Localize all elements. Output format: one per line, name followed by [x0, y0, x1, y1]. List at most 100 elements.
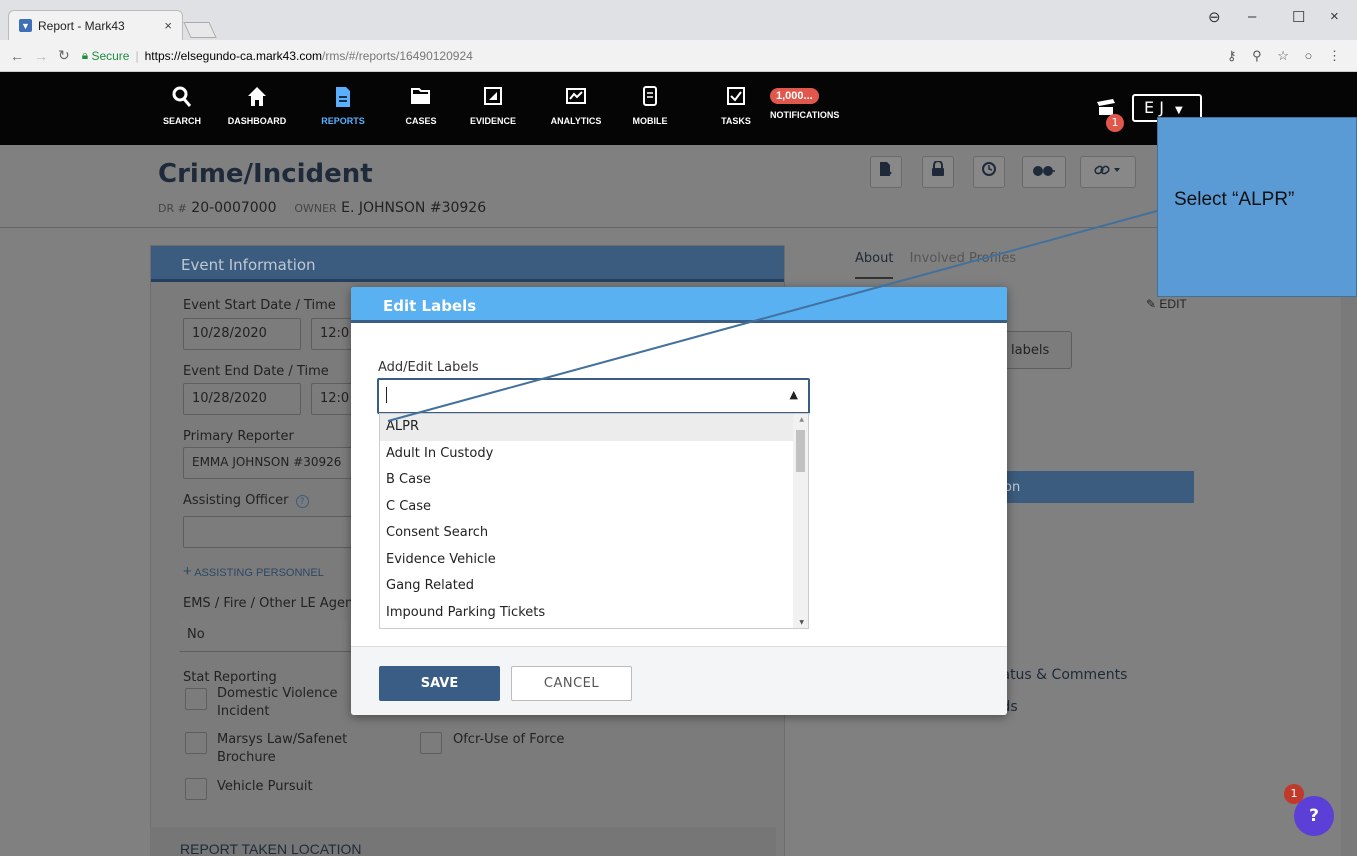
dr-label: DR #: [158, 202, 187, 215]
address-bar: ← → ↻ 🔒︎ Secure | https://elsegundo-ca.m…: [0, 40, 1357, 72]
assisting-officer-input[interactable]: [183, 516, 353, 548]
help-circle-icon[interactable]: ?: [295, 495, 309, 508]
nav-tasks[interactable]: TASKS: [704, 86, 768, 126]
text-caret: [386, 387, 387, 403]
owner-label: OWNER: [294, 202, 337, 215]
nav-dashboard[interactable]: DASHBOARD: [225, 86, 289, 126]
address-bar-actions[interactable]: ⚷ ⚲ ☆ ○ ⋮: [1227, 48, 1347, 64]
ems-label: EMS / Fire / Other LE Agen: [183, 596, 354, 611]
binoculars-icon: [1032, 163, 1056, 181]
analytics-icon: [544, 86, 608, 110]
lock-button[interactable]: [922, 156, 954, 188]
nav-mobile[interactable]: MOBILE: [618, 86, 682, 126]
vehicle-pursuit-label: Vehicle Pursuit: [217, 779, 313, 794]
nav-search[interactable]: SEARCH: [150, 86, 214, 126]
new-tab-button[interactable]: [183, 22, 217, 38]
right-panel-section-bar[interactable]: on: [994, 471, 1194, 503]
status-comments-link[interactable]: tatus & Comments: [996, 667, 1127, 683]
nav-evidence[interactable]: EVIDENCE: [461, 86, 525, 126]
event-end-date-input[interactable]: 10/28/2020: [183, 383, 301, 415]
event-start-label: Event Start Date / Time: [183, 298, 336, 313]
close-window-button[interactable]: ×: [1330, 8, 1339, 25]
event-end-label: Event End Date / Time: [183, 364, 329, 379]
ems-select[interactable]: No: [179, 620, 353, 652]
edit-labels-link[interactable]: ✎ EDIT: [1146, 297, 1187, 311]
browser-tab-title: Report - Mark43: [38, 18, 125, 33]
vehicle-pursuit-checkbox[interactable]: [185, 778, 207, 800]
tab-about[interactable]: About: [855, 251, 894, 279]
home-icon: [225, 86, 289, 110]
caret-up-icon[interactable]: ▲: [790, 388, 798, 401]
ofcr-use-of-force-label: Ofcr-Use of Force: [453, 732, 565, 747]
history-icon: [981, 162, 997, 181]
url-field[interactable]: 🔒︎ Secure | https://elsegundo-ca.mark43.…: [82, 48, 473, 63]
dropdown-option[interactable]: C Case: [380, 494, 808, 521]
url-separator: |: [135, 48, 139, 63]
dropdown-option[interactable]: B Case: [380, 467, 808, 494]
header-divider: [0, 227, 1357, 228]
tasks-icon: [704, 86, 768, 110]
scroll-down-icon[interactable]: ▼: [799, 619, 804, 626]
nav-notifications[interactable]: 1,000... NOTIFICATIONS: [770, 88, 850, 120]
dropdown-option[interactable]: Gang Related: [380, 573, 808, 600]
help-notification-badge: 1: [1284, 784, 1304, 804]
maximize-button[interactable]: ☐: [1292, 8, 1305, 26]
dropdown-option-alpr[interactable]: ALPR: [380, 414, 808, 441]
event-information-heading: Event Information: [151, 246, 784, 282]
stat-reporting-label: Stat Reporting: [183, 670, 277, 685]
browser-tab[interactable]: ▼ Report - Mark43 ×: [8, 10, 183, 40]
assisting-personnel-label: ASSISTING PERSONNEL: [194, 567, 324, 579]
nav-evidence-label: EVIDENCE: [469, 116, 516, 126]
forward-icon[interactable]: →: [34, 48, 48, 64]
cancel-button[interactable]: CANCEL: [511, 666, 632, 701]
event-start-date-input[interactable]: 10/28/2020: [183, 318, 301, 350]
document-icon: [311, 86, 375, 110]
primary-reporter-input[interactable]: EMMA JOHNSON #30926: [183, 447, 353, 479]
domestic-violence-checkbox[interactable]: [185, 688, 207, 710]
marsys-law-checkbox[interactable]: [185, 732, 207, 754]
event-end-time-input[interactable]: 12:0: [311, 383, 356, 415]
nav-reports-label: REPORTS: [321, 116, 365, 126]
report-meta: DR # 20-0007000 OWNER E. JOHNSON #30926: [158, 200, 486, 216]
chevron-down-icon: ▼: [1175, 105, 1183, 116]
binoculars-button[interactable]: [1022, 156, 1066, 188]
account-icon[interactable]: ⊖: [1208, 8, 1221, 26]
mobile-icon: [618, 86, 682, 110]
close-tab-icon[interactable]: ×: [164, 18, 172, 33]
nav-dashboard-label: DASHBOARD: [227, 116, 287, 126]
labels-dropdown-list[interactable]: ALPR Adult In Custody B Case C Case Cons…: [379, 413, 809, 629]
page-title: Crime/Incident: [158, 159, 373, 189]
dropdown-option[interactable]: Evidence Vehicle: [380, 547, 808, 574]
minimize-button[interactable]: –: [1248, 8, 1256, 25]
add-edit-labels-label: Add/Edit Labels: [378, 360, 479, 375]
assisting-personnel-link[interactable]: + ASSISTING PERSONNEL: [183, 563, 324, 580]
nav-analytics[interactable]: ANALYTICS: [544, 86, 608, 126]
pencil-icon: ✎: [1146, 297, 1157, 311]
export-button[interactable]: [870, 156, 902, 188]
url-path: /rms/#/reports/16490120924: [322, 48, 473, 63]
back-icon[interactable]: ←: [10, 48, 24, 64]
nav-reports[interactable]: REPORTS: [311, 86, 375, 126]
labels-select-input[interactable]: ▲: [377, 378, 810, 414]
ofcr-use-of-force-checkbox[interactable]: [420, 732, 442, 754]
tab-involved-profiles[interactable]: Involved Profiles: [910, 251, 1017, 266]
url-host: https://elsegundo-ca.mark43.com: [144, 48, 323, 63]
user-initials: E J: [1144, 98, 1164, 117]
save-button[interactable]: SAVE: [379, 666, 500, 701]
scroll-up-icon[interactable]: ▲: [799, 416, 804, 423]
dropdown-option[interactable]: Adult In Custody: [380, 441, 808, 468]
event-start-time-input[interactable]: 12:0: [311, 318, 356, 350]
dropdown-option[interactable]: Impound Parking Tickets: [380, 600, 808, 627]
history-button[interactable]: [973, 156, 1005, 188]
dr-value: 20-0007000: [191, 200, 277, 216]
folder-icon: [389, 86, 453, 110]
reload-icon[interactable]: ↻: [58, 47, 70, 64]
edit-label: EDIT: [1159, 297, 1187, 311]
nav-cases[interactable]: CASES: [389, 86, 453, 126]
dropdown-option[interactable]: Consent Search: [380, 520, 808, 547]
notifications-count-badge: 1,000...: [770, 88, 819, 104]
dropdown-scrollbar-thumb[interactable]: [796, 430, 805, 472]
nav-cases-label: CASES: [405, 116, 437, 126]
search-icon: [150, 86, 214, 110]
link-button[interactable]: [1080, 156, 1136, 188]
